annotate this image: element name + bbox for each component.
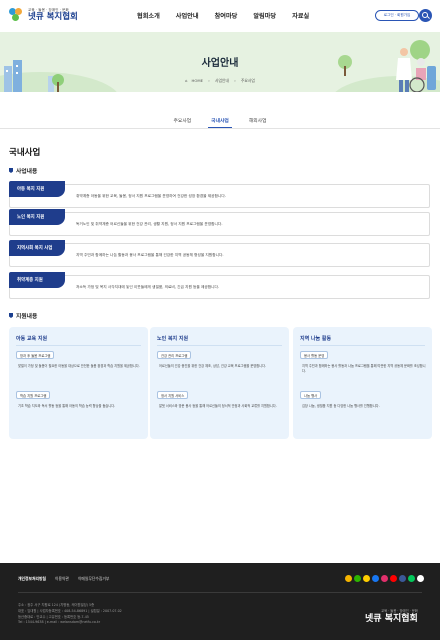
business-item-label: 지역사회 복지 사업	[9, 240, 65, 256]
support-chip: 봉사 활동 운영	[300, 351, 329, 359]
support-chip: 나눔 행사	[300, 391, 322, 399]
support-card-title: 지역 나눔 활동	[300, 336, 332, 342]
business-item-label: 취약계층 지원	[9, 272, 65, 288]
business-item: 노인 복지 지원 독거노인 및 취약계층 어르신들을 위한 건강 관리, 생활 …	[9, 209, 430, 236]
support-heading: 지원내용	[9, 311, 37, 320]
business-item-label: 아동 복지 지원	[9, 181, 65, 197]
social-links	[345, 575, 424, 582]
footer-links: 개인정보처리방침 이용약관 이메일무단수집거부	[18, 576, 109, 582]
logo-mark-icon	[9, 8, 25, 22]
logo-name: 넷큐 복지협회	[28, 12, 78, 22]
support-card: 지역 나눔 활동 봉사 활동 운영 지역 주민과 함께하는 봉사 활동과 나눔 …	[293, 327, 432, 439]
card-divider	[300, 345, 425, 346]
business-heading-text: 사업내용	[16, 169, 38, 175]
business-item: 취약계층 지원 저소득 가정 및 복지 사각지대에 놓인 이웃들에게 생필품, …	[9, 272, 430, 299]
site-logo[interactable]: 교육 · 돌봄 · 장애인 · 문화 넷큐 복지협회	[9, 8, 78, 22]
section-title: 국내사업	[9, 148, 41, 158]
nav-item-participation[interactable]: 참여마당	[215, 11, 238, 20]
main-nav: 협회소개 사업안내 참여마당 알림마당 자료실	[137, 11, 309, 20]
site-footer: 개인정보처리방침 이용약관 이메일무단수집거부 주소 : 광주 서구 치평로 1…	[0, 563, 440, 640]
support-chip: 학습 지원 프로그램	[16, 391, 51, 399]
privacy-policy-link[interactable]: 개인정보처리방침	[18, 576, 46, 582]
band-icon[interactable]	[399, 575, 406, 582]
tab-overseas-business[interactable]: 해외사업	[246, 117, 270, 128]
breadcrumb: ⌂ HOME › 사업안내 › 주요사업	[0, 78, 440, 84]
youtube-icon[interactable]	[390, 575, 397, 582]
breadcrumb-business[interactable]: 사업안내	[215, 78, 229, 83]
business-item-label: 노인 복지 지원	[9, 209, 65, 225]
support-card-title: 노인 복지 지원	[157, 336, 189, 342]
business-item-desc: 취약계층 아동을 위한 교육, 돌봄, 정서 지원 프로그램을 운영하여 건강한…	[76, 194, 226, 198]
nav-item-business[interactable]: 사업안내	[176, 11, 199, 20]
tab-divider	[0, 128, 440, 129]
blog-icon[interactable]	[345, 575, 352, 582]
facebook-icon[interactable]	[372, 575, 379, 582]
support-chip: 정서 지원 서비스	[157, 391, 189, 399]
site-header: 교육 · 돌봄 · 장애인 · 문화 넷큐 복지협회 협회소개 사업안내 참여마…	[0, 0, 440, 32]
support-card: 노인 복지 지원 건강 관리 프로그램 어르신들의 건강 증진을 위한 건강 체…	[150, 327, 289, 439]
business-item: 지역사회 복지 사업 지역 주민과 함께하는 나눔 활동과 봉사 프로그램을 통…	[9, 240, 430, 267]
support-heading-text: 지원내용	[16, 314, 38, 320]
support-text: 맞벌이 가정 및 돌봄이 필요한 아동을 대상으로 안전한 돌봄 환경과 학습 …	[18, 364, 140, 368]
breadcrumb-home[interactable]: HOME	[191, 78, 203, 83]
business-heading: 사업내용	[9, 166, 37, 175]
kakao-icon[interactable]	[363, 575, 370, 582]
breadcrumb-current: 주요사업	[240, 78, 255, 83]
business-item-desc: 저소득 가정 및 복지 사각지대에 놓인 이웃들에게 생필품, 의료비, 긴급 …	[76, 285, 220, 289]
line-icon[interactable]	[408, 575, 415, 582]
search-icon[interactable]	[419, 9, 432, 22]
nav-item-notice[interactable]: 알림마당	[253, 11, 276, 20]
support-chip: 방과 후 돌봄 프로그램	[16, 351, 55, 359]
support-chip: 건강 관리 프로그램	[157, 351, 192, 359]
tab-main-business[interactable]: 주요사업	[171, 117, 195, 128]
support-text: 어르신들의 건강 증진을 위한 건강 체조, 상담, 건강 교육 프로그램을 운…	[159, 364, 267, 368]
footer-contact: Tel : 1544-9638 | e-mail : welansdom@net…	[18, 620, 101, 625]
page-title: 사업안내	[201, 58, 239, 69]
footer-representative: 대표 : 임대원 | 사업자등록번호 : 408-54-86891 | 설립일 …	[18, 608, 122, 613]
support-text: 김장 나눔, 생필품 지원 등 다양한 나눔 행사를 진행합니다.	[302, 404, 380, 408]
nav-item-archive[interactable]: 자료실	[292, 11, 309, 20]
pin-icon	[9, 313, 13, 318]
terms-link[interactable]: 이용약관	[55, 576, 69, 582]
business-item: 아동 복지 지원 취약계층 아동을 위한 교육, 돌봄, 정서 지원 프로그램을…	[9, 181, 430, 208]
business-item-desc: 독거노인 및 취약계층 어르신들을 위한 건강 관리, 생활 지원, 정서 지원…	[76, 222, 223, 226]
footer-divider	[18, 592, 422, 593]
naver-icon[interactable]	[354, 575, 361, 582]
support-text: 지역 주민과 함께하는 봉사 활동과 나눔 프로그램을 통해 따뜻한 지역 공동…	[302, 364, 426, 374]
footer-logo-name: 넷큐 복지협회	[365, 614, 418, 625]
support-card-title: 아동 교육 지원	[16, 336, 48, 342]
chevron-right-icon: ›	[208, 78, 210, 83]
support-card: 아동 교육 지원 방과 후 돌봄 프로그램 맞벌이 가정 및 돌봄이 필요한 아…	[9, 327, 148, 439]
footer-logo: 교육 · 돌봄 · 장애인 · 문화 넷큐 복지협회	[365, 609, 418, 625]
support-text: 말벗 서비스와 방문 봉사 등을 통해 어르신들의 정서적 안정과 사회적 교류…	[159, 404, 277, 408]
home-icon[interactable]: ⌂	[185, 78, 187, 83]
business-item-desc: 지역 주민과 함께하는 나눔 활동과 봉사 프로그램을 통해 건강한 지역 공동…	[76, 253, 224, 257]
footer-info: 주소 : 광주 서구 치평로 124 (치평동, 케이원빌딩) 5층 대표 : …	[18, 603, 122, 626]
hero-banner: 사업안내 ⌂ HOME › 사업안내 › 주요사업	[0, 32, 440, 92]
chevron-right-icon: ›	[234, 78, 236, 83]
x-icon[interactable]	[417, 575, 424, 582]
support-text: 기초 학습 지도와 독서 활동 등을 통해 아동의 학습 능력 향상을 돕습니다…	[18, 404, 116, 408]
footer-logo-tagline: 교육 · 돌봄 · 장애인 · 문화	[381, 609, 418, 613]
card-divider	[157, 345, 282, 346]
tab-domestic-business[interactable]: 국내사업	[208, 117, 232, 128]
instagram-icon[interactable]	[381, 575, 388, 582]
login-signup-button[interactable]: 로그인 · 회원가입	[375, 10, 419, 21]
nav-item-about[interactable]: 협회소개	[137, 11, 160, 20]
sub-tabs: 주요사업 국내사업 해외사업	[0, 117, 440, 128]
card-divider	[16, 345, 141, 346]
email-refusal-link[interactable]: 이메일무단수집거부	[78, 576, 109, 582]
pin-icon	[9, 168, 13, 173]
